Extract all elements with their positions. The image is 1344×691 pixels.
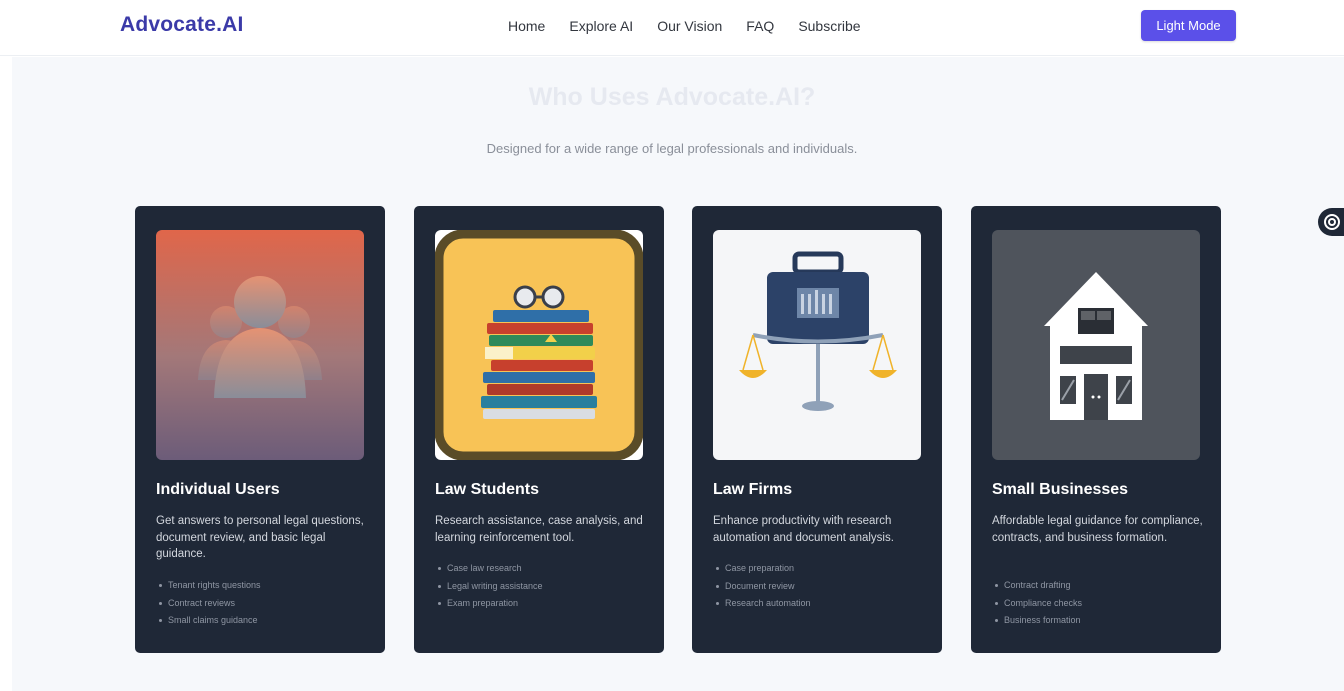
accessibility-toggle[interactable] bbox=[1318, 208, 1344, 236]
card-feature-list: Contract drafting Compliance checks Busi… bbox=[992, 577, 1207, 630]
card-feature-list: Tenant rights questions Contract reviews… bbox=[156, 577, 371, 630]
card-feature-list: Case preparation Document review Researc… bbox=[713, 560, 928, 613]
list-item: Exam preparation bbox=[435, 595, 650, 613]
list-item: Legal writing assistance bbox=[435, 578, 650, 596]
list-item: Case preparation bbox=[713, 560, 928, 578]
card-description: Research assistance, case analysis, and … bbox=[435, 515, 643, 544]
building-icon bbox=[992, 230, 1200, 460]
card-title: Law Firms bbox=[713, 481, 793, 498]
brand-logo[interactable]: Advocate.AI bbox=[120, 13, 244, 37]
spiral-icon bbox=[1324, 214, 1340, 230]
briefcase-scales-icon bbox=[713, 230, 921, 460]
card-description: Enhance productivity with research autom… bbox=[713, 515, 894, 544]
card-description: Affordable legal guidance for compliance… bbox=[992, 515, 1203, 544]
section-subtitle: Designed for a wide range of legal profe… bbox=[486, 141, 858, 156]
card-law-firms[interactable]: Law Firms Enhance productivity with rese… bbox=[692, 206, 942, 653]
nav-link-faq[interactable]: FAQ bbox=[746, 18, 774, 34]
people-icon bbox=[156, 230, 364, 460]
light-mode-button[interactable]: Light Mode bbox=[1141, 10, 1236, 41]
top-navbar: Advocate.AI Home Explore AI Our Vision F… bbox=[0, 0, 1344, 56]
list-item: Small claims guidance bbox=[156, 612, 371, 630]
card-title: Small Businesses bbox=[992, 481, 1129, 498]
main-nav: Home Explore AI Our Vision FAQ Subscribe bbox=[508, 18, 885, 34]
card-title: Individual Users bbox=[156, 481, 280, 498]
nav-link-our-vision[interactable]: Our Vision bbox=[657, 18, 722, 34]
card-law-students[interactable]: Law Students Research assistance, case a… bbox=[414, 206, 664, 653]
card-description: Get answers to personal legal questions,… bbox=[156, 515, 364, 560]
books-icon bbox=[435, 230, 643, 460]
nav-link-home[interactable]: Home bbox=[508, 18, 545, 34]
section-title: Who Uses Advocate.AI? bbox=[528, 83, 816, 111]
nav-link-subscribe[interactable]: Subscribe bbox=[798, 18, 860, 34]
nav-link-explore-ai[interactable]: Explore AI bbox=[569, 18, 633, 34]
list-item: Tenant rights questions bbox=[156, 577, 371, 595]
list-item: Document review bbox=[713, 578, 928, 596]
list-item: Contract drafting bbox=[992, 577, 1207, 595]
list-item: Research automation bbox=[713, 595, 928, 613]
card-feature-list: Case law research Legal writing assistan… bbox=[435, 560, 650, 613]
card-title: Law Students bbox=[435, 481, 540, 498]
list-item: Compliance checks bbox=[992, 595, 1207, 613]
list-item: Business formation bbox=[992, 612, 1207, 630]
list-item: Contract reviews bbox=[156, 595, 371, 613]
card-small-businesses[interactable]: Small Businesses Affordable legal guidan… bbox=[971, 206, 1221, 653]
list-item: Case law research bbox=[435, 560, 650, 578]
card-individual-users[interactable]: Individual Users Get answers to personal… bbox=[135, 206, 385, 653]
